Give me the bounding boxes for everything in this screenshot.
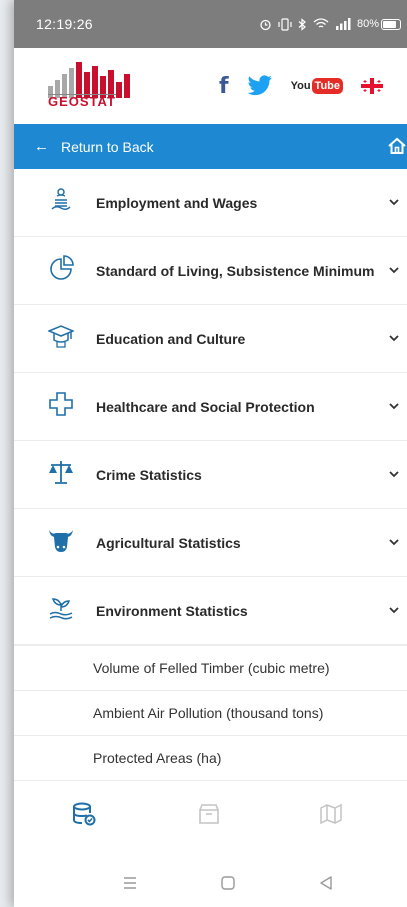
facebook-icon[interactable]: f — [219, 74, 229, 99]
back-arrow-icon[interactable]: ← — [34, 138, 49, 155]
plant-hand-icon — [49, 598, 73, 620]
category-crime-statistics[interactable]: Crime Statistics — [14, 441, 407, 509]
logo-text: GEOSTAT — [48, 94, 116, 109]
twitter-icon[interactable] — [247, 75, 273, 97]
category-list: Employment and Wages Standard of Living,… — [14, 169, 407, 781]
georgian-flag-icon[interactable] — [361, 78, 384, 94]
archive-icon[interactable] — [197, 802, 221, 826]
chevron-down-icon — [389, 199, 399, 206]
battery-icon — [381, 18, 401, 30]
menu-icon[interactable] — [121, 874, 139, 892]
youtube-tube: Tube — [311, 78, 344, 94]
cow-icon — [49, 530, 73, 552]
social-links: f You Tube — [219, 48, 384, 124]
phone-screen: 12:19:26 80% GEOSTAT f You Tube ← Return… — [14, 0, 407, 907]
category-label: Agricultural Statistics — [96, 534, 241, 551]
category-education-culture[interactable]: Education and Culture — [14, 305, 407, 373]
battery-percent: 80% — [356, 18, 379, 30]
money-hand-icon — [51, 188, 71, 211]
battery-fill — [383, 20, 396, 28]
subitem-air-pollution[interactable]: Ambient Air Pollution (thousand tons) — [14, 691, 407, 736]
signal-icon — [335, 18, 351, 30]
vibrate-icon — [278, 17, 292, 31]
wifi-icon — [313, 18, 329, 28]
youtube-icon[interactable]: You Tube — [290, 78, 344, 94]
battery-indicator: 80% — [357, 18, 401, 30]
home-icon[interactable] — [387, 136, 407, 156]
pie-chart-icon — [50, 255, 74, 280]
chevron-down-icon — [389, 335, 399, 342]
category-healthcare-social[interactable]: Healthcare and Social Protection — [14, 373, 407, 441]
status-bar: 12:19:26 80% — [14, 0, 407, 48]
chevron-down-icon — [389, 471, 399, 478]
back-button-icon[interactable] — [317, 874, 335, 892]
category-label: Environment Statistics — [96, 602, 248, 619]
return-nav-bar: ← Return to Back — [14, 124, 407, 169]
chevron-down-icon — [389, 403, 399, 410]
category-label: Employment and Wages — [96, 194, 258, 211]
chevron-down-icon — [389, 539, 399, 546]
database-icon[interactable] — [72, 802, 96, 826]
category-label: Healthcare and Social Protection — [96, 398, 315, 415]
bluetooth-icon — [298, 17, 306, 31]
category-label: Education and Culture — [96, 330, 246, 347]
status-time: 12:19:26 — [36, 16, 93, 32]
return-to-back-link[interactable]: Return to Back — [61, 139, 154, 155]
system-nav-bar — [14, 862, 407, 907]
category-employment-wages[interactable]: Employment and Wages — [14, 169, 407, 237]
category-agricultural-statistics[interactable]: Agricultural Statistics — [14, 509, 407, 577]
app-header: GEOSTAT f You Tube — [14, 48, 407, 124]
map-icon[interactable] — [319, 802, 343, 826]
chevron-down-icon — [389, 607, 399, 614]
category-label: Crime Statistics — [96, 466, 202, 483]
logo-bars-icon — [48, 62, 130, 98]
category-standard-of-living[interactable]: Standard of Living, Subsistence Minimum — [14, 237, 407, 305]
environment-sublist: Volume of Felled Timber (cubic metre) Am… — [14, 645, 407, 781]
medical-cross-icon — [49, 392, 73, 416]
category-label: Standard of Living, Subsistence Minimum — [96, 262, 375, 279]
subitem-protected-areas[interactable]: Protected Areas (ha) — [14, 736, 407, 781]
youtube-you: You — [290, 80, 311, 92]
status-icons: 80% — [259, 17, 401, 31]
subitem-felled-timber[interactable]: Volume of Felled Timber (cubic metre) — [14, 646, 407, 691]
category-environment-statistics[interactable]: Environment Statistics — [14, 577, 407, 645]
graduation-cap-icon — [48, 325, 74, 348]
scales-icon — [49, 461, 73, 484]
geostat-logo[interactable]: GEOSTAT — [44, 58, 140, 114]
chevron-down-icon — [389, 267, 399, 274]
alarm-icon — [260, 19, 271, 30]
home-button-icon[interactable] — [219, 874, 237, 892]
